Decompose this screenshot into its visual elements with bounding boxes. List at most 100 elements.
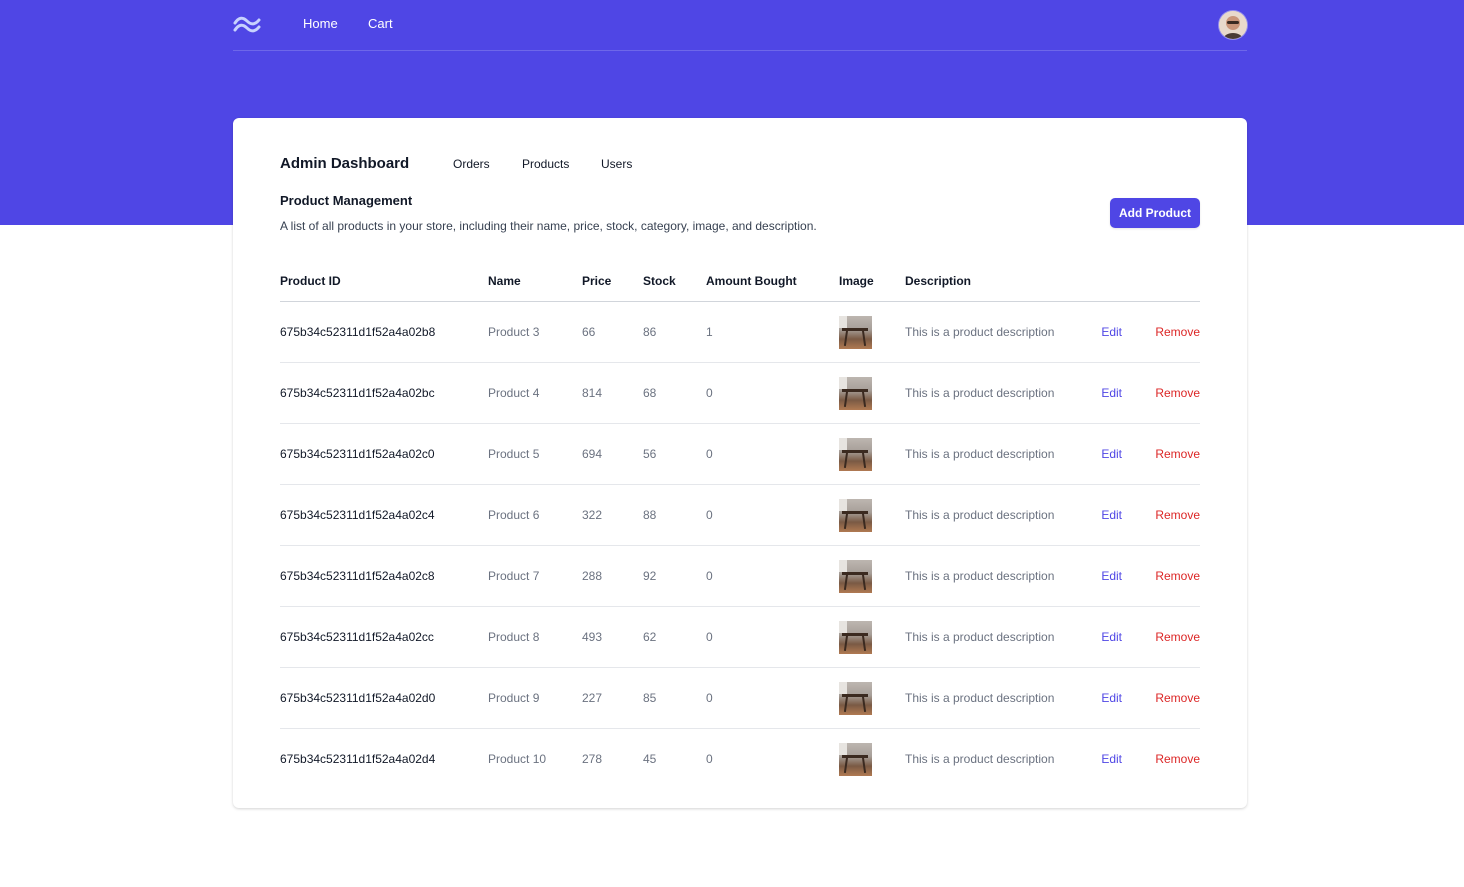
column-header-image: Image bbox=[839, 261, 905, 302]
edit-link[interactable]: Edit bbox=[1080, 423, 1144, 485]
product-price-cell: 278 bbox=[582, 752, 603, 766]
edit-link[interactable]: Edit bbox=[1080, 606, 1144, 668]
product-id-cell: 675b34c52311d1f52a4a02bc bbox=[280, 362, 488, 424]
products-table: Product ID Name Price Stock Amount Bough… bbox=[280, 261, 1200, 789]
remove-link[interactable]: Remove bbox=[1144, 667, 1200, 729]
product-bought-cell: 0 bbox=[706, 423, 839, 485]
product-price-cell: 493 bbox=[582, 606, 643, 668]
column-header-amount-bought: Amount Bought bbox=[706, 261, 839, 302]
table-row: 675b34c52311d1f52a4a02c8 Product 7 288 9… bbox=[280, 545, 1200, 607]
top-navigation: Home Cart bbox=[233, 0, 1247, 51]
product-image-cell bbox=[839, 362, 905, 424]
product-price-cell: 66 bbox=[582, 301, 643, 363]
tailwind-logo-icon[interactable] bbox=[233, 12, 261, 36]
nav-link-home[interactable]: Home bbox=[303, 16, 338, 31]
column-header-edit bbox=[1080, 261, 1144, 302]
product-price-cell: 322 bbox=[582, 484, 643, 546]
product-stock-cell: 62 bbox=[643, 606, 706, 668]
product-name-cell: Product 5 bbox=[488, 423, 582, 485]
remove-link[interactable]: Remove bbox=[1144, 423, 1200, 485]
product-name-cell: Product 8 bbox=[488, 606, 582, 668]
product-bought-cell: 0 bbox=[706, 606, 839, 668]
table-row: 675b34c52311d1f52a4a02bc Product 4 814 6… bbox=[280, 362, 1200, 424]
table-header-row: Product ID Name Price Stock Amount Bough… bbox=[280, 261, 1200, 302]
column-header-name: Name bbox=[488, 261, 582, 302]
user-avatar[interactable] bbox=[1219, 11, 1247, 39]
product-stock-cell: 92 bbox=[643, 545, 706, 607]
product-description-cell: This is a product description bbox=[905, 606, 1080, 668]
product-description-cell: This is a product description bbox=[905, 752, 1055, 766]
product-image-cell bbox=[839, 484, 905, 546]
product-thumbnail bbox=[839, 681, 872, 715]
tab-users[interactable]: Users bbox=[601, 157, 632, 171]
remove-link[interactable]: Remove bbox=[1144, 484, 1200, 546]
product-bought-cell: 0 bbox=[706, 362, 839, 424]
product-description-cell: This is a product description bbox=[905, 301, 1080, 363]
product-stock-cell: 88 bbox=[643, 484, 706, 546]
product-thumbnail bbox=[839, 437, 872, 471]
section-description: A list of all products in your store, in… bbox=[280, 219, 817, 233]
product-name-cell: Product 4 bbox=[488, 362, 582, 424]
product-description-cell: This is a product description bbox=[905, 545, 1080, 607]
remove-link[interactable]: Remove bbox=[1144, 729, 1200, 790]
product-description-cell: This is a product description bbox=[905, 362, 1080, 424]
section-title: Product Management bbox=[280, 193, 413, 208]
product-thumbnail bbox=[839, 376, 872, 410]
product-price-cell: 694 bbox=[582, 423, 643, 485]
tab-orders[interactable]: Orders bbox=[453, 157, 490, 171]
product-image-cell bbox=[839, 545, 905, 607]
product-thumbnail bbox=[839, 742, 872, 776]
column-header-price: Price bbox=[582, 261, 643, 302]
product-stock-cell: 56 bbox=[643, 423, 706, 485]
tab-products[interactable]: Products bbox=[522, 157, 569, 171]
product-stock-cell: 45 bbox=[643, 752, 657, 766]
product-image-cell bbox=[839, 301, 905, 363]
product-thumbnail bbox=[839, 315, 872, 349]
remove-link[interactable]: Remove bbox=[1144, 362, 1200, 424]
product-bought-cell: 0 bbox=[706, 484, 839, 546]
column-header-description: Description bbox=[905, 261, 1080, 302]
dashboard-title: Admin Dashboard bbox=[280, 155, 410, 172]
product-stock-cell: 85 bbox=[643, 667, 706, 729]
product-price-cell: 814 bbox=[582, 362, 643, 424]
table-row: 675b34c52311d1f52a4a02c4 Product 6 322 8… bbox=[280, 484, 1200, 546]
product-thumbnail bbox=[839, 559, 872, 593]
table-row: 675b34c52311d1f52a4a02c0 Product 5 694 5… bbox=[280, 423, 1200, 485]
product-price-cell: 288 bbox=[582, 545, 643, 607]
product-bought-cell: 1 bbox=[706, 301, 839, 363]
column-header-product-id: Product ID bbox=[280, 261, 488, 302]
avatar-image-icon bbox=[1219, 11, 1247, 39]
column-header-remove bbox=[1144, 261, 1200, 302]
product-id-cell: 675b34c52311d1f52a4a02c4 bbox=[280, 484, 488, 546]
product-name-cell: Product 10 bbox=[488, 752, 547, 766]
remove-link[interactable]: Remove bbox=[1144, 301, 1200, 363]
edit-link[interactable]: Edit bbox=[1080, 667, 1144, 729]
remove-link[interactable]: Remove bbox=[1144, 545, 1200, 607]
product-id-cell: 675b34c52311d1f52a4a02c8 bbox=[280, 545, 488, 607]
table-row: 675b34c52311d1f52a4a02d0 Product 9 227 8… bbox=[280, 667, 1200, 729]
product-image-cell bbox=[839, 667, 905, 729]
product-id-cell: 675b34c52311d1f52a4a02b8 bbox=[280, 301, 488, 363]
nav-link-cart[interactable]: Cart bbox=[368, 16, 393, 31]
product-price-cell: 227 bbox=[582, 667, 643, 729]
admin-dashboard-card: Admin Dashboard Orders Products Users Pr… bbox=[233, 118, 1247, 808]
product-id-cell: 675b34c52311d1f52a4a02d4 bbox=[280, 752, 436, 766]
edit-link[interactable]: Edit bbox=[1080, 545, 1144, 607]
product-id-cell: 675b34c52311d1f52a4a02c0 bbox=[280, 423, 488, 485]
edit-link[interactable]: Edit bbox=[1080, 301, 1144, 363]
product-name-cell: Product 3 bbox=[488, 301, 582, 363]
product-thumbnail bbox=[839, 498, 872, 532]
product-description-cell: This is a product description bbox=[905, 484, 1080, 546]
edit-link[interactable]: Edit bbox=[1080, 729, 1144, 790]
product-name-cell: Product 9 bbox=[488, 667, 582, 729]
product-image-cell bbox=[839, 423, 905, 485]
product-stock-cell: 68 bbox=[643, 362, 706, 424]
product-id-cell: 675b34c52311d1f52a4a02cc bbox=[280, 606, 488, 668]
add-product-button[interactable]: Add Product bbox=[1110, 198, 1200, 228]
product-description-cell: This is a product description bbox=[905, 667, 1080, 729]
remove-link[interactable]: Remove bbox=[1144, 606, 1200, 668]
edit-link[interactable]: Edit bbox=[1080, 484, 1144, 546]
product-name-cell: Product 7 bbox=[488, 545, 582, 607]
edit-link[interactable]: Edit bbox=[1080, 362, 1144, 424]
product-name-cell: Product 6 bbox=[488, 484, 582, 546]
